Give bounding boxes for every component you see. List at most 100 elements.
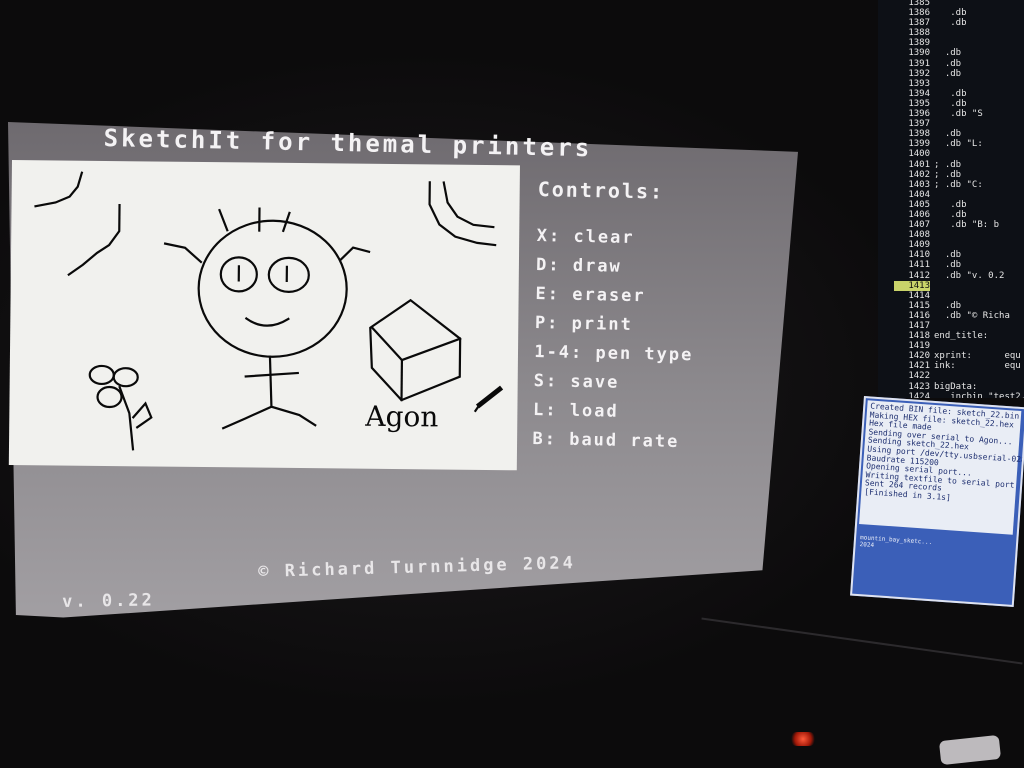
line-number: 1424 (908, 391, 930, 398)
line-number: 1392 (908, 68, 930, 79)
code-line: .db "L: (934, 139, 983, 150)
code-line: ; .db (934, 159, 962, 170)
sketch-stroke (339, 246, 371, 262)
sketch-cube (369, 298, 462, 402)
line-number: 1418 (908, 331, 930, 342)
code-line: .db (934, 88, 967, 99)
controls-heading: Controls: (537, 176, 665, 204)
line-number: 1410 (908, 250, 930, 261)
code-line: .db (934, 199, 967, 210)
code-line: .db (934, 300, 962, 311)
line-number: 1408 (908, 230, 930, 241)
code-line: .db "B: b (934, 220, 1000, 231)
line-number: 1406 (908, 209, 930, 220)
line-number: 1396 (908, 109, 930, 120)
control-baud-rate: B: baud rate (532, 428, 680, 453)
line-number: 1412 (908, 270, 930, 281)
line-number: 1415 (908, 300, 930, 311)
sketch-stroke (270, 405, 317, 427)
red-led-light (790, 732, 816, 746)
line-number: 1405 (908, 199, 930, 210)
terminal-output: Created BIN file: sketch_22.bin Making HE… (859, 400, 1024, 535)
code-line: .db "S (934, 109, 983, 120)
code-line: .db (934, 58, 962, 69)
sketch-flower-petal (96, 385, 123, 409)
code-line: incbin "test2.p (934, 391, 1024, 398)
code-line: ; .db (934, 169, 962, 180)
code-line: ink: equ (934, 361, 1021, 372)
line-number: 1407 (908, 220, 930, 231)
code-line: xprint: equ (934, 351, 1021, 362)
sketch-stroke (442, 181, 495, 229)
sketch-smile (244, 316, 290, 327)
line-number: 1395 (908, 98, 930, 109)
line-number: 1414 (908, 290, 930, 301)
sketch-eye-right (267, 256, 310, 294)
code-line: .db (934, 250, 962, 261)
code-line: ; .db "C: (934, 179, 983, 190)
line-number: 1423 (908, 381, 930, 392)
code-text: .db .db .db .db .db .db .db .db "S .db .… (934, 0, 1024, 398)
sketch-stroke (34, 171, 84, 208)
line-number: 1402 (908, 169, 930, 180)
line-number: 1387 (908, 18, 930, 29)
line-number: 1388 (908, 28, 930, 39)
line-number-gutter: 1385 1386 1387 1388 1389 1390 1391 1392 1393 1394… (894, 0, 930, 398)
line-number: 1409 (908, 240, 930, 251)
line-number: 1399 (908, 139, 930, 150)
sketch-stroke (67, 204, 121, 277)
code-line: .db (934, 8, 967, 19)
sketch-stroke (218, 208, 229, 232)
sketch-drawing: Agon (34, 171, 504, 451)
code-line: .db (934, 260, 962, 271)
line-number: 1393 (908, 78, 930, 89)
line-number: 1390 (908, 48, 930, 59)
sketch-stroke (244, 371, 299, 378)
line-number: 1420 (908, 351, 930, 362)
code-line: .db (934, 48, 962, 59)
line-number: 1411 (908, 260, 930, 271)
sketch-stroke (131, 401, 153, 429)
sketch-text: Agon (364, 400, 438, 434)
code-line: .db (934, 209, 967, 220)
line-number: 1398 (908, 129, 930, 140)
line-number: 1422 (908, 371, 930, 382)
line-number: 1391 (908, 58, 930, 69)
sketch-flower-petal (112, 367, 139, 388)
code-line: .db (934, 68, 962, 79)
sketch-stroke (428, 181, 497, 247)
pen-cursor-icon (475, 385, 504, 409)
code-line: .db "© Richa (934, 310, 1010, 321)
drawing-canvas[interactable]: Agon (8, 160, 520, 471)
sketch-stroke (370, 326, 462, 362)
sketch-head (197, 219, 348, 358)
code-line: end_title: (934, 331, 989, 342)
version-label: v. 0.22 (62, 590, 155, 612)
line-number: 1401 (908, 159, 930, 170)
line-number: 1421 (908, 361, 930, 372)
line-number: 1417 (908, 321, 930, 331)
line-number: 1413 (894, 280, 930, 291)
code-line: .db (934, 129, 962, 140)
line-number: 1403 (908, 179, 930, 190)
code-editor: 1385 1386 1387 1388 1389 1390 1391 1392 1393 1394… (878, 0, 1024, 398)
sketch-stroke (221, 405, 273, 430)
line-number: 1404 (908, 189, 930, 200)
line-number: 1416 (908, 310, 930, 321)
line-number: 1397 (908, 119, 930, 130)
controls-panel: Controls: X: clear D: draw E: eraser P: … (532, 176, 768, 459)
line-number: 1389 (908, 38, 930, 49)
